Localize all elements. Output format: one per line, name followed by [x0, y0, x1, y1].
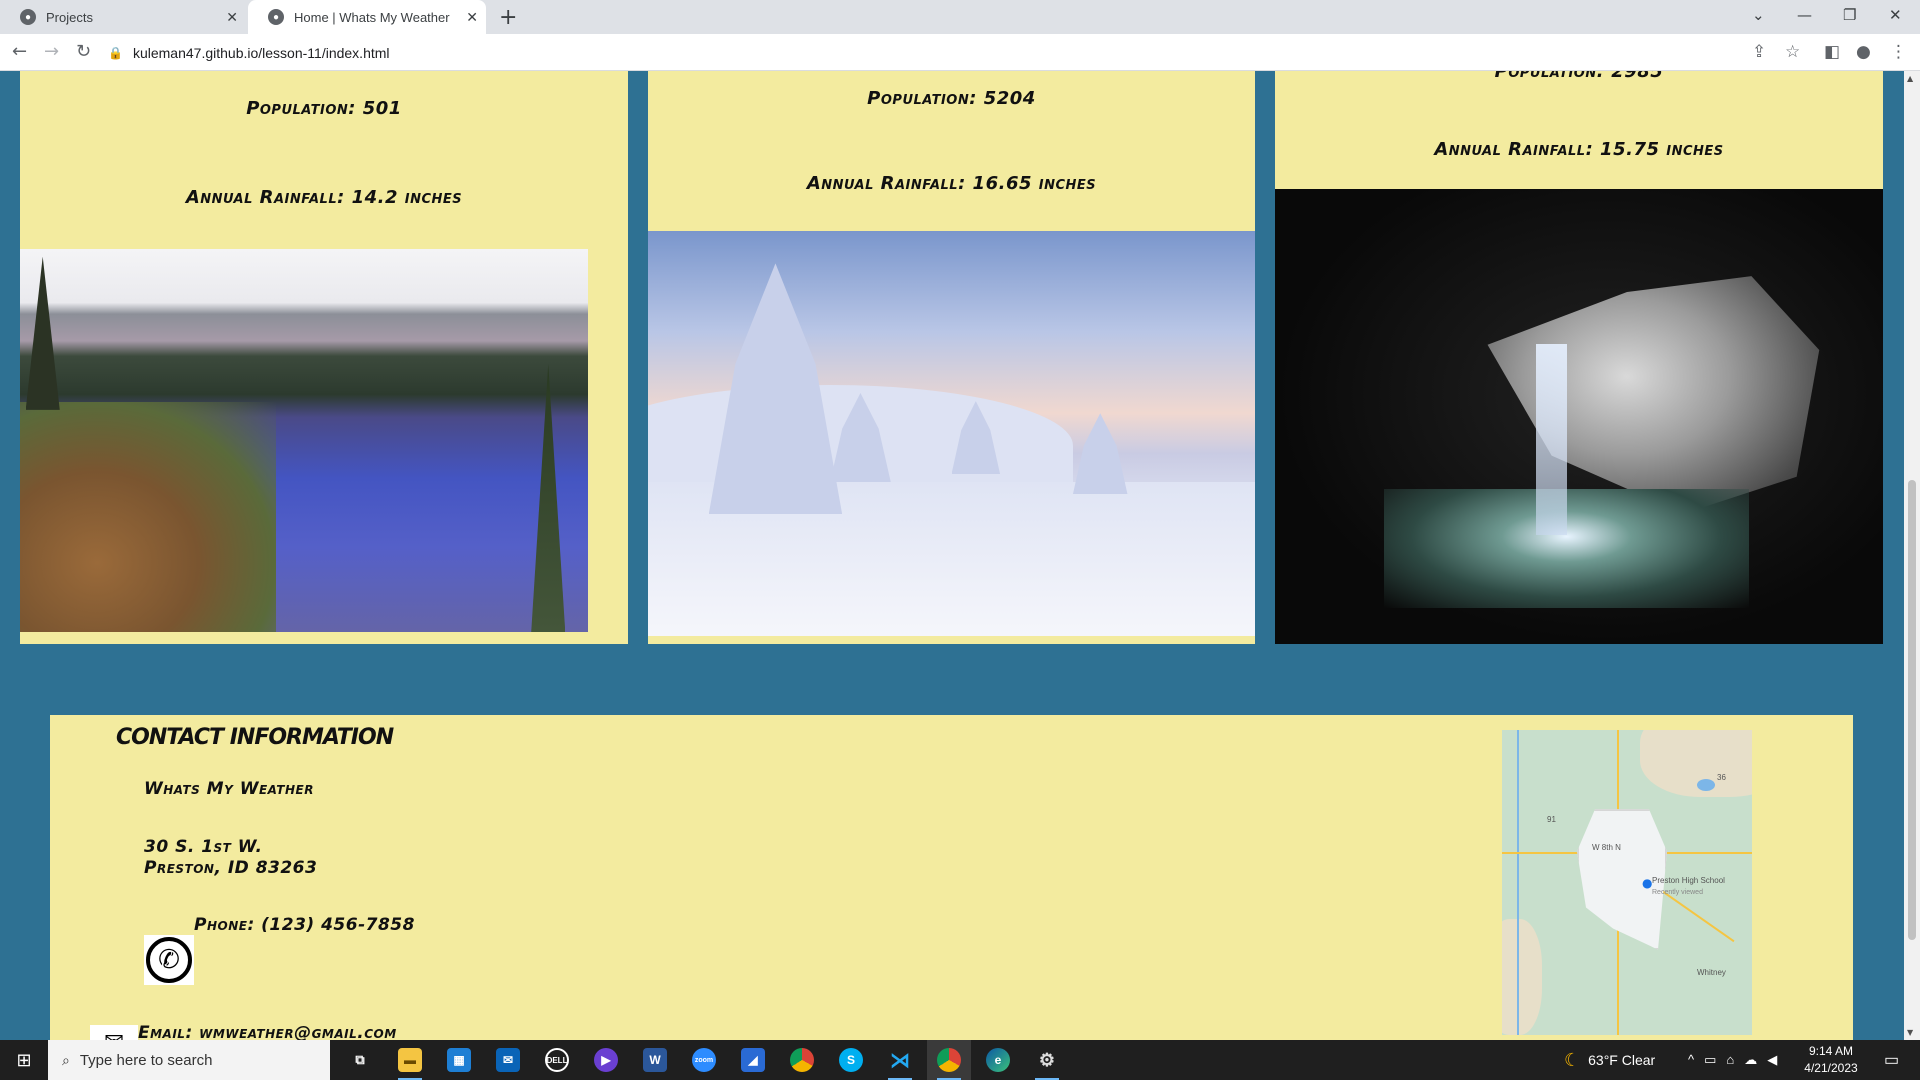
chrome-icon[interactable] [780, 1040, 824, 1080]
vs-code-icon[interactable]: ⋊ [878, 1040, 922, 1080]
map-label-place: Whitney [1697, 967, 1726, 977]
menu-icon[interactable]: ⋮ [1890, 42, 1907, 62]
word-icon[interactable]: W [633, 1040, 677, 1080]
close-tab-icon[interactable]: ✕ [466, 9, 478, 26]
browser-tab-bar: ● Projects ✕ ● Home | Whats My Weather ✕… [0, 0, 1920, 34]
tab-home[interactable]: ● Home | Whats My Weather ✕ [248, 0, 486, 34]
chrome-active-icon[interactable] [927, 1040, 971, 1080]
population-text: Population: 2985 [1494, 71, 1664, 82]
map-label-school: Preston High School [1652, 876, 1725, 886]
url-text: kuleman47.github.io/lesson-11/index.html [132, 44, 390, 61]
microsoft-store-icon[interactable]: ▦ [437, 1040, 481, 1080]
contact-section: Contact Information Whats My Weather 30 … [50, 715, 1853, 1040]
location-map[interactable]: ● Preston High School Recently viewed Wh… [1502, 730, 1752, 1035]
search-icon: ⌕ [62, 1051, 70, 1068]
rainfall-text: Annual Rainfall: 14.2 inches [185, 187, 463, 208]
time-text: 9:14 AM [1808, 1044, 1854, 1058]
map-pin-icon[interactable]: ● [1642, 876, 1652, 890]
email-text: Email: wmweather@gmail.com [138, 1023, 397, 1040]
taskbar-search[interactable]: ⌕ Type here to search [48, 1040, 330, 1080]
media-player-icon[interactable]: ▶ [584, 1040, 628, 1080]
scroll-up-icon[interactable]: ▲ [1907, 74, 1913, 83]
town-card: Population: 5204 Annual Rainfall: 16.65 … [648, 71, 1255, 644]
tab-title: Home | Whats My Weather [294, 9, 450, 25]
taskbar-clock[interactable]: 9:14 AM 4/21/2023 [1786, 1043, 1876, 1077]
mail-icon[interactable]: ✉ [486, 1040, 530, 1080]
minimize-button[interactable]: — [1797, 6, 1812, 24]
task-view-icon[interactable]: ⧉ [338, 1040, 382, 1080]
scroll-down-icon[interactable]: ▼ [1907, 1028, 1913, 1037]
restore-button[interactable]: ❐ [1843, 6, 1856, 24]
github-icon: ● [268, 9, 284, 25]
bookmark-star-icon[interactable]: ☆ [1785, 42, 1800, 62]
profile-icon[interactable]: ● [1856, 42, 1871, 62]
notifications-icon[interactable]: ▭ [1884, 1040, 1899, 1080]
contact-heading: Contact Information [116, 725, 394, 750]
population-text: Population: 5204 [867, 88, 1036, 109]
weather-widget[interactable]: ☾ 63°F Clear [1564, 1040, 1655, 1080]
page-viewport: Population: 501 Annual Rainfall: 14.2 in… [0, 71, 1904, 1040]
waterfall-cave-photo [1275, 189, 1883, 644]
close-tab-icon[interactable]: ✕ [226, 9, 238, 26]
windows-start-icon[interactable]: ⊞ [0, 1040, 48, 1080]
snipping-tool-icon[interactable]: ◢ [731, 1040, 775, 1080]
dell-icon[interactable]: DELL [535, 1040, 579, 1080]
phone-icon: ✆ [144, 935, 194, 985]
edge-icon[interactable]: e [976, 1040, 1020, 1080]
scrollbar-thumb[interactable] [1908, 480, 1916, 940]
app-icon[interactable]: ⚙ [1025, 1040, 1069, 1080]
reload-icon[interactable]: ↻ [76, 41, 91, 62]
lake-photo [20, 249, 588, 632]
population-text: Population: 501 [246, 98, 402, 119]
snowy-trees-photo [648, 231, 1255, 636]
address-bar[interactable]: 🔒 kuleman47.github.io/lesson-11/index.ht… [108, 38, 1808, 67]
rainfall-text: Annual Rainfall: 16.65 inches [806, 173, 1097, 194]
system-tray-icons[interactable]: ^▭⌂☁◀ [1688, 1040, 1787, 1080]
skype-icon[interactable]: S [829, 1040, 873, 1080]
map-label-note: Recently viewed [1652, 888, 1703, 896]
map-route-label: 36 [1717, 772, 1726, 782]
email-icon: ✉ [90, 1025, 138, 1040]
map-label-street: W 8th N [1592, 842, 1621, 852]
phone-text: Phone: (123) 456-7858 [194, 915, 415, 935]
address-line-2: Preston, ID 83263 [144, 858, 318, 878]
browser-toolbar: ← → ↻ 🔒 kuleman47.github.io/lesson-11/in… [0, 34, 1920, 71]
zoom-icon[interactable]: zoom [682, 1040, 726, 1080]
address-line-1: 30 S. 1st W. [144, 837, 263, 857]
search-placeholder: Type here to search [79, 1051, 213, 1069]
lock-icon[interactable]: 🔒 [108, 46, 123, 60]
company-name: Whats My Weather [144, 779, 314, 799]
windows-taskbar: ⊞ ⌕ Type here to search ⧉ ▬ ▦ ✉ DELL ▶ W… [0, 1040, 1920, 1080]
moon-icon: ☾ [1564, 1049, 1581, 1070]
file-explorer-icon[interactable]: ▬ [388, 1040, 432, 1080]
tab-search-icon[interactable]: ⌄ [1752, 6, 1765, 24]
forward-icon[interactable]: → [44, 41, 59, 62]
town-card: Population: 2985 Annual Rainfall: 15.75 … [1275, 71, 1883, 644]
town-card: Population: 501 Annual Rainfall: 14.2 in… [20, 71, 628, 644]
close-window-button[interactable]: ✕ [1889, 6, 1902, 24]
tab-projects[interactable]: ● Projects ✕ [0, 0, 246, 34]
github-icon: ● [20, 9, 36, 25]
share-icon[interactable]: ⇪ [1752, 42, 1766, 62]
new-tab-button[interactable]: + [499, 5, 517, 30]
rainfall-text: Annual Rainfall: 15.75 inches [1434, 139, 1724, 160]
weather-text: 63°F Clear [1588, 1052, 1656, 1068]
date-text: 4/21/2023 [1804, 1061, 1858, 1075]
map-route-label: 91 [1547, 815, 1556, 825]
tab-title: Projects [46, 9, 93, 25]
back-icon[interactable]: ← [12, 41, 27, 62]
side-panel-icon[interactable]: ◧ [1824, 42, 1840, 62]
